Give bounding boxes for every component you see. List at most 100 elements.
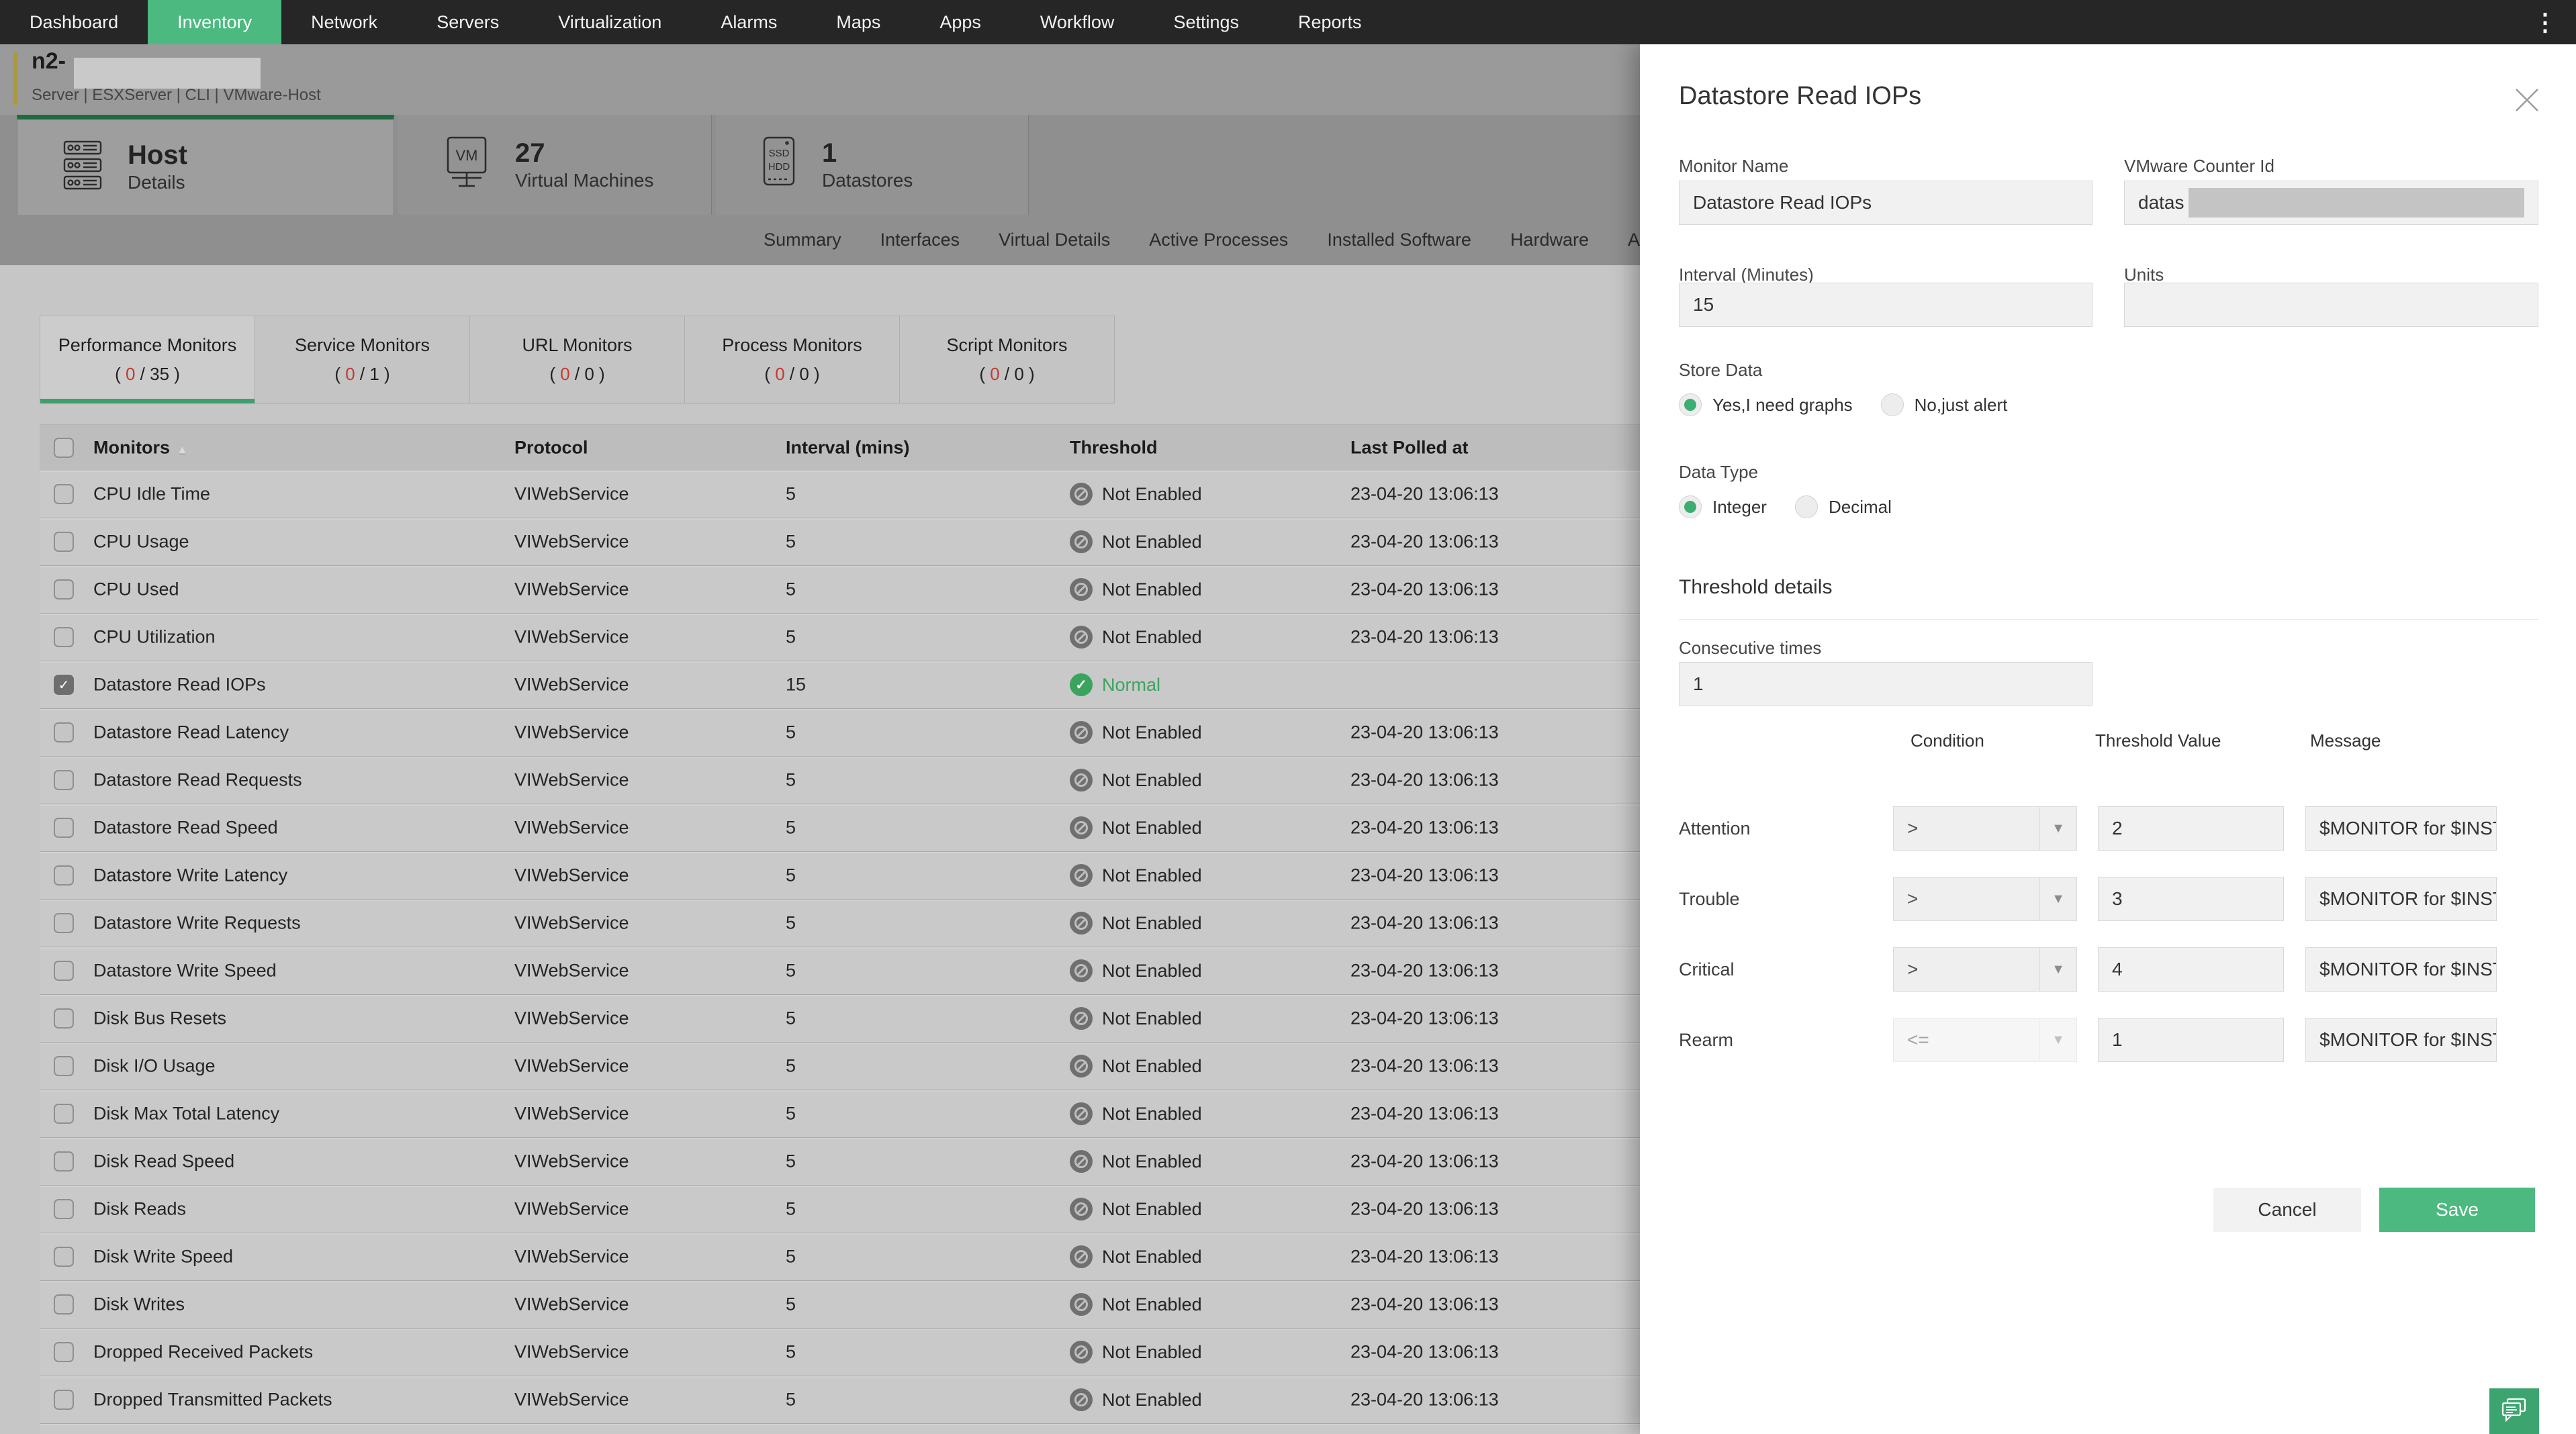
radio-unselected-icon[interactable] xyxy=(1794,495,1818,518)
nav-item-workflow[interactable]: Workflow xyxy=(1011,0,1144,44)
radio-selected-icon[interactable] xyxy=(1679,393,1702,416)
monitor-name-cell[interactable]: Disk I/O Usage xyxy=(93,1056,216,1077)
entity-tab-datastores[interactable]: SSD HDD 1 Datastores xyxy=(716,115,1029,215)
table-row[interactable]: Memory ActiveVIWebService5Not Enabled23-… xyxy=(40,1424,1640,1434)
column-header-interval[interactable]: Interval (mins) xyxy=(786,438,910,459)
condition-select-trouble[interactable]: > ▼ xyxy=(1893,877,2077,921)
monitor-name-cell[interactable]: Disk Reads xyxy=(93,1199,186,1220)
threshold-value-input-critical[interactable]: 4 xyxy=(2098,947,2284,992)
table-row[interactable]: Disk Reads VIWebService 5 Not Enabled 23-04-… xyxy=(40,1186,1640,1233)
monitor-name-cell[interactable]: Dropped Received Packets xyxy=(93,1342,313,1363)
overflow-menu-icon[interactable]: ⋮ xyxy=(2514,0,2576,44)
table-row[interactable]: Disk Read Speed VIWebService 5 Not Enabled 2… xyxy=(40,1138,1640,1186)
radio-option-no-just-alert[interactable]: No,just alert xyxy=(1880,393,2007,416)
table-row[interactable]: Datastore Read Requests VIWebService 5 Not … xyxy=(40,757,1640,804)
radio-unselected-icon[interactable] xyxy=(1880,393,1904,416)
monitor-name-cell[interactable]: Disk Bus Resets xyxy=(93,1008,226,1029)
detail-tab-a[interactable]: A xyxy=(1628,230,1640,250)
table-row[interactable]: CPU Utilization VIWebService 5 Not Enabled 2… xyxy=(40,614,1640,661)
row-checkbox[interactable] xyxy=(54,1199,74,1219)
detail-tab-virtual-details[interactable]: Virtual Details xyxy=(999,230,1110,250)
monitor-tab-process-monitors[interactable]: Process Monitors ( 0 / 0 ) xyxy=(685,316,900,403)
message-input-rearm[interactable]: $MONITOR for $INSTA xyxy=(2305,1018,2497,1062)
consecutive-times-input[interactable]: 1 xyxy=(1679,662,2092,706)
vmware-counter-id-input[interactable]: datas xyxy=(2124,181,2538,225)
row-checkbox[interactable] xyxy=(54,1342,74,1362)
nav-item-apps[interactable]: Apps xyxy=(910,0,1011,44)
close-icon[interactable] xyxy=(2513,86,2541,114)
condition-select-critical[interactable]: > ▼ xyxy=(1893,947,2077,992)
row-checkbox[interactable] xyxy=(54,961,74,981)
monitor-name-cell[interactable]: Datastore Read Requests xyxy=(93,770,302,791)
nav-item-alarms[interactable]: Alarms xyxy=(691,0,807,44)
monitor-name-cell[interactable]: Datastore Write Speed xyxy=(93,961,277,982)
table-row[interactable]: Disk I/O Usage VIWebService 5 Not Enabled 23… xyxy=(40,1043,1640,1090)
detail-tab-installed-software[interactable]: Installed Software xyxy=(1327,230,1471,250)
row-checkbox[interactable] xyxy=(54,818,74,838)
table-row[interactable]: CPU Usage VIWebService 5 Not Enabled 23-04-2… xyxy=(40,518,1640,566)
detail-tab-active-processes[interactable]: Active Processes xyxy=(1149,230,1288,250)
radio-option-integer[interactable]: Integer xyxy=(1679,495,1767,518)
table-row[interactable]: Datastore Write Latency VIWebService 5 Not … xyxy=(40,852,1640,900)
threshold-value-input-attention[interactable]: 2 xyxy=(2098,806,2284,851)
nav-item-maps[interactable]: Maps xyxy=(807,0,910,44)
entity-tab-details[interactable]: Host Details xyxy=(17,115,394,215)
table-row[interactable]: CPU Idle Time VIWebService 5 Not Enabled 23-… xyxy=(40,471,1640,518)
monitor-tab-service-monitors[interactable]: Service Monitors ( 0 / 1 ) xyxy=(255,316,470,403)
monitor-name-cell[interactable]: CPU Used xyxy=(93,579,179,600)
monitor-name-cell[interactable]: Disk Max Total Latency xyxy=(93,1104,279,1125)
nav-item-network[interactable]: Network xyxy=(281,0,407,44)
column-header-protocol[interactable]: Protocol xyxy=(514,438,588,459)
table-row[interactable]: Disk Write Speed VIWebService 5 Not Enabled… xyxy=(40,1233,1640,1281)
row-checkbox[interactable] xyxy=(54,484,74,504)
monitor-name-cell[interactable]: Dropped Transmitted Packets xyxy=(93,1390,332,1411)
column-header-last-polled[interactable]: Last Polled at xyxy=(1350,438,1469,459)
row-checkbox[interactable] xyxy=(54,1390,74,1410)
monitor-name-cell[interactable]: Datastore Read Latency xyxy=(93,722,289,743)
nav-item-servers[interactable]: Servers xyxy=(407,0,528,44)
row-checkbox[interactable] xyxy=(54,722,74,743)
chat-button[interactable] xyxy=(2489,1388,2539,1434)
cancel-button[interactable]: Cancel xyxy=(2213,1188,2361,1232)
monitor-tab-performance-monitors[interactable]: Performance Monitors ( 0 / 35 ) xyxy=(40,316,255,403)
monitor-tab-script-monitors[interactable]: Script Monitors ( 0 / 0 ) xyxy=(900,316,1115,403)
monitor-name-cell[interactable]: Disk Writes xyxy=(93,1294,185,1315)
row-checkbox[interactable] xyxy=(54,532,74,552)
detail-tab-summary[interactable]: Summary xyxy=(764,230,841,250)
nav-item-reports[interactable]: Reports xyxy=(1269,0,1391,44)
row-checkbox[interactable] xyxy=(54,770,74,790)
table-row[interactable]: Datastore Read Latency VIWebService 5 Not E… xyxy=(40,709,1640,757)
monitor-tab-url-monitors[interactable]: URL Monitors ( 0 / 0 ) xyxy=(470,316,685,403)
row-checkbox[interactable] xyxy=(54,1104,74,1124)
entity-tab-virtual-machines[interactable]: VM 27 Virtual Machines xyxy=(398,115,712,215)
monitor-name-cell[interactable]: Disk Write Speed xyxy=(93,1247,233,1268)
message-input-trouble[interactable]: $MONITOR for $INSTA xyxy=(2305,877,2497,921)
select-all-checkbox[interactable] xyxy=(54,438,74,458)
table-row[interactable]: Disk Writes VIWebService 5 Not Enabled 23-04… xyxy=(40,1281,1640,1329)
monitor-name-cell[interactable]: Datastore Read Speed xyxy=(93,818,278,839)
row-checkbox[interactable] xyxy=(54,579,74,600)
column-header-threshold[interactable]: Threshold xyxy=(1070,438,1158,459)
radio-option-yes-i-need-graphs[interactable]: Yes,I need graphs xyxy=(1679,393,1853,416)
row-checkbox[interactable] xyxy=(54,1151,74,1172)
interval-input[interactable]: 15 xyxy=(1679,283,2092,327)
table-row[interactable]: Disk Max Total Latency VIWebService 5 Not E… xyxy=(40,1090,1640,1138)
message-input-critical[interactable]: $MONITOR for $INSTA xyxy=(2305,947,2497,992)
table-row[interactable]: Datastore Write Speed VIWebService 5 Not En… xyxy=(40,947,1640,995)
nav-item-virtualization[interactable]: Virtualization xyxy=(528,0,691,44)
table-row[interactable]: Dropped Transmitted Packets VIWebService 5… xyxy=(40,1376,1640,1424)
row-checkbox[interactable] xyxy=(54,1294,74,1314)
monitor-name-cell[interactable]: CPU Idle Time xyxy=(93,484,210,505)
detail-tab-hardware[interactable]: Hardware xyxy=(1510,230,1589,250)
table-row[interactable]: Datastore Read Speed VIWebService 5 Not Ena… xyxy=(40,804,1640,852)
nav-item-inventory[interactable]: Inventory xyxy=(148,0,282,44)
monitor-name-cell[interactable]: Datastore Read IOPs xyxy=(93,675,266,696)
message-input-attention[interactable]: $MONITOR for $INSTA xyxy=(2305,806,2497,851)
monitor-name-input[interactable]: Datastore Read IOPs xyxy=(1679,181,2092,225)
save-button[interactable]: Save xyxy=(2379,1188,2535,1232)
monitor-name-cell[interactable]: Datastore Write Requests xyxy=(93,913,301,934)
monitor-name-cell[interactable]: Disk Read Speed xyxy=(93,1151,234,1172)
detail-tab-interfaces[interactable]: Interfaces xyxy=(880,230,960,250)
table-row[interactable]: Disk Bus Resets VIWebService 5 Not Enabled 2… xyxy=(40,995,1640,1043)
nav-item-dashboard[interactable]: Dashboard xyxy=(0,0,148,44)
